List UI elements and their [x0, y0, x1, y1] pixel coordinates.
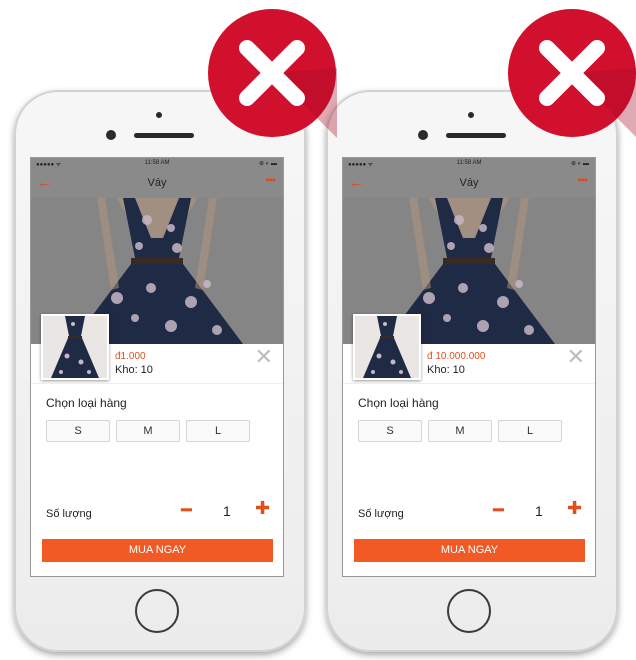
quantity-label: Số lượng — [358, 508, 404, 520]
x-mark-icon — [208, 9, 337, 138]
home-button[interactable] — [135, 589, 179, 633]
front-sensor — [156, 112, 162, 118]
nav-bar: ← Váy ••• — [31, 170, 283, 198]
minus-icon[interactable]: ━ — [493, 500, 504, 521]
size-option-l[interactable]: L — [186, 420, 250, 442]
buy-now-button[interactable]: MUA NGAY — [42, 539, 273, 562]
quantity-value[interactable]: 1 — [223, 503, 231, 519]
battery-indicator: ⊕ ◐ ▬ — [259, 161, 277, 167]
variant-heading: Chọn loại hàng — [358, 396, 439, 410]
stock-count: Kho: 10 — [427, 364, 465, 376]
status-bar: ●●●●● ᯤ 11:58 AM ⊕ ◐ ▬ — [31, 158, 283, 170]
size-option-m[interactable]: M — [428, 420, 492, 442]
size-option-l[interactable]: L — [498, 420, 562, 442]
variant-heading: Chọn loại hàng — [46, 396, 127, 410]
front-camera — [418, 130, 428, 140]
phone-mockup: ●●●●● ᯤ 11:58 AM ⊕ ◐ ▬ ← Váy ••• — [326, 90, 618, 652]
plus-icon[interactable]: ✚ — [567, 498, 582, 519]
size-option-m[interactable]: M — [116, 420, 180, 442]
earpiece-speaker — [134, 133, 194, 138]
phone-mockup: ●●●●● ᯤ 11:58 AM ⊕ ◐ ▬ ← Váy ••• — [14, 90, 306, 652]
page-title: Váy — [459, 177, 479, 189]
earpiece-speaker — [446, 133, 506, 138]
nav-bar: ← Váy ••• — [343, 170, 595, 198]
front-camera — [106, 130, 116, 140]
front-sensor — [468, 112, 474, 118]
battery-indicator: ⊕ ◐ ▬ — [571, 161, 589, 167]
phone-screen: ●●●●● ᯤ 11:58 AM ⊕ ◐ ▬ ← Váy ••• — [342, 157, 596, 577]
close-icon[interactable]: ✕ — [255, 346, 273, 368]
status-bar: ●●●●● ᯤ 11:58 AM ⊕ ◐ ▬ — [343, 158, 595, 170]
product-thumbnail — [353, 314, 421, 380]
page-title: Váy — [147, 177, 167, 189]
divider — [31, 383, 283, 384]
more-dots-icon[interactable]: ••• — [577, 173, 588, 187]
status-time: 11:58 AM — [456, 160, 482, 166]
more-dots-icon[interactable]: ••• — [265, 173, 276, 187]
product-thumbnail — [41, 314, 109, 380]
stock-count: Kho: 10 — [115, 364, 153, 376]
plus-icon[interactable]: ✚ — [255, 498, 270, 519]
quantity-label: Số lượng — [46, 508, 92, 520]
buy-now-button[interactable]: MUA NGAY — [354, 539, 585, 562]
product-price: đ 10.000.000 — [427, 351, 486, 362]
size-options: S M L — [46, 420, 250, 442]
quantity-value[interactable]: 1 — [535, 503, 543, 519]
minus-icon[interactable]: ━ — [181, 500, 192, 521]
size-options: S M L — [358, 420, 562, 442]
phone-screen: ●●●●● ᯤ 11:58 AM ⊕ ◐ ▬ ← Váy ••• — [30, 157, 284, 577]
divider — [343, 383, 595, 384]
home-button[interactable] — [447, 589, 491, 633]
x-mark-icon — [508, 9, 636, 137]
size-option-s[interactable]: S — [358, 420, 422, 442]
product-price: đ1.000 — [115, 351, 146, 362]
size-option-s[interactable]: S — [46, 420, 110, 442]
close-icon[interactable]: ✕ — [567, 346, 585, 368]
status-time: 11:58 AM — [144, 160, 170, 166]
